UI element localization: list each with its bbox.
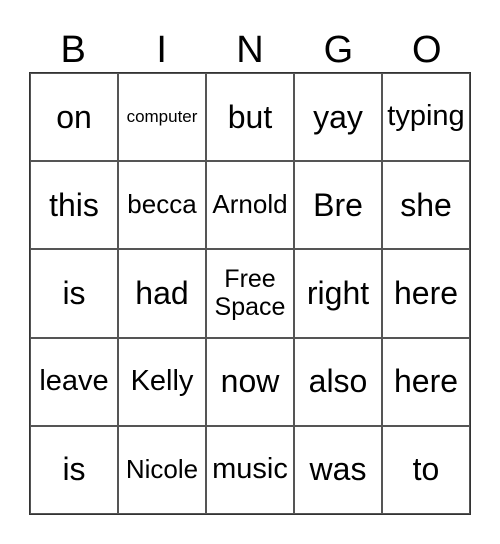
- bingo-cell: Arnold: [206, 161, 294, 250]
- bingo-cell: this: [30, 161, 118, 250]
- bingo-cell: yay: [294, 73, 382, 162]
- bingo-grid: on computer but yay typing this becca Ar…: [29, 72, 471, 515]
- bingo-cell: here: [382, 249, 470, 338]
- bingo-cell: typing: [382, 73, 470, 162]
- bingo-cell: also: [294, 337, 382, 426]
- free-space-cell: Free Space: [206, 249, 294, 338]
- bingo-cell: Bre: [294, 161, 382, 250]
- bingo-header: B I N G O: [29, 28, 471, 72]
- bingo-cell: she: [382, 161, 470, 250]
- header-letter-o: O: [412, 29, 442, 71]
- bingo-cell: leave: [30, 337, 118, 426]
- bingo-cell: but: [206, 73, 294, 162]
- bingo-cell: had: [118, 249, 206, 338]
- bingo-cell: computer: [118, 73, 206, 162]
- bingo-cell: Nicole: [118, 425, 206, 514]
- header-letter-i: I: [156, 29, 167, 71]
- bingo-cell: is: [30, 425, 118, 514]
- bingo-cell: was: [294, 425, 382, 514]
- bingo-cell: right: [294, 249, 382, 338]
- bingo-cell: is: [30, 249, 118, 338]
- bingo-cell: on: [30, 73, 118, 162]
- bingo-cell: now: [206, 337, 294, 426]
- header-letter-g: G: [323, 29, 354, 71]
- bingo-cell: to: [382, 425, 470, 514]
- bingo-cell: here: [382, 337, 470, 426]
- bingo-cell: Kelly: [118, 337, 206, 426]
- header-letter-n: N: [236, 29, 264, 71]
- header-letter-b: B: [60, 29, 86, 71]
- bingo-cell: music: [206, 425, 294, 514]
- bingo-cell: becca: [118, 161, 206, 250]
